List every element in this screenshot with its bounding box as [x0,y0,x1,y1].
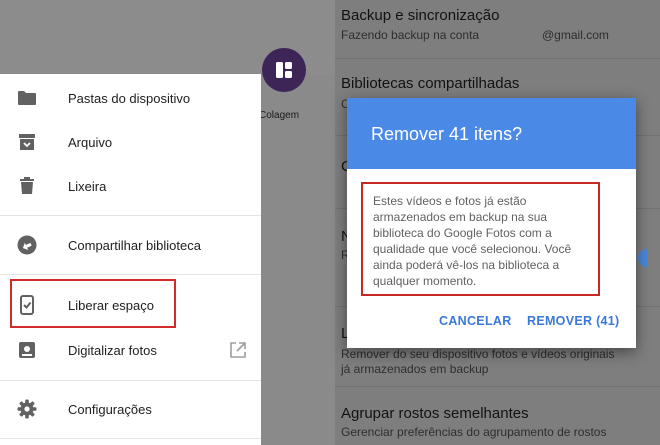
backup-title: Backup e sincronização [341,7,500,24]
dialog-message: Estes vídeos e fotos já estão armazenado… [373,194,572,288]
drawer-item-label: Digitalizar fotos [68,342,157,358]
folder-icon [17,88,37,108]
gear-icon [17,399,37,419]
settings-toggle[interactable] [638,249,648,267]
divider [0,380,261,381]
remove-button[interactable]: REMOVER (41) [527,314,620,328]
divider [0,274,261,275]
drawer-item-device-folders[interactable]: Pastas do dispositivo [0,76,261,120]
dialog-title: Remover 41 itens? [371,124,523,144]
cancel-button[interactable]: CANCELAR [439,314,512,328]
divider [0,438,261,439]
scan-photos-icon [17,340,37,360]
archive-icon [17,132,37,152]
remove-items-dialog: Remover 41 itens? Estes vídeos e fotos j… [347,98,636,348]
trash-icon [17,176,37,196]
drawer-item-label: Arquivo [68,134,113,150]
free-space-subtitle-line2: já armazenados em backup [341,362,489,376]
drawer-item-share-library[interactable]: Compartilhar biblioteca [0,223,261,267]
drawer-item-settings[interactable]: Configurações [0,387,261,431]
dialog-header: Remover 41 itens? [347,98,636,169]
collage-icon [276,62,292,78]
open-external-icon [229,341,247,359]
collage-button[interactable] [262,48,306,92]
face-grouping-subtitle: Gerenciar preferências do agrupamento de… [341,425,607,439]
highlight-box [10,279,176,328]
drawer-item-label: Lixeira [68,178,107,194]
navigation-drawer: Pastas do dispositivo Arquivo Lixeira Co… [0,74,261,445]
free-space-subtitle-line1: Remover do seu dispositivo fotos e vídeo… [341,347,615,361]
settings-row-backup[interactable]: Backup e sincronização Fazendo backup na… [335,0,660,58]
settings-row-face-grouping[interactable]: Agrupar rostos semelhantes Gerenciar pre… [335,387,660,445]
drawer-item-scan-photos[interactable]: Digitalizar fotos [0,328,261,372]
drawer-item-archive[interactable]: Arquivo [0,120,261,164]
collage-label: Colagem [259,110,300,121]
drawer-item-label: Compartilhar biblioteca [68,237,201,253]
face-grouping-title: Agrupar rostos semelhantes [341,405,529,422]
drawer-item-trash[interactable]: Lixeira [0,164,261,208]
divider [0,215,261,216]
drawer-item-label: Pastas do dispositivo [68,90,191,106]
drawer-item-label: Configurações [68,401,152,417]
backup-subtitle: Fazendo backup na conta [341,28,480,42]
backup-email: @gmail.com [542,28,609,42]
shared-libraries-title: Bibliotecas compartilhadas [341,75,520,92]
share-library-icon [17,235,37,255]
highlight-box: Estes vídeos e fotos já estão armazenado… [361,182,600,296]
